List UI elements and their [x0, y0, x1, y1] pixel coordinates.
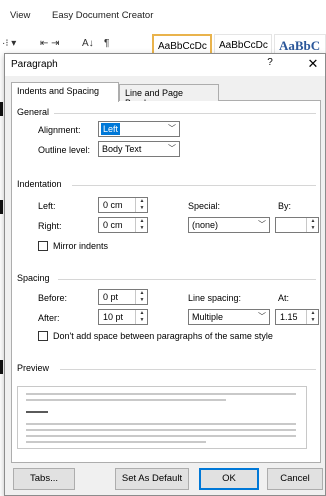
dialog-title: Paragraph [11, 59, 58, 70]
at-spinner[interactable]: 1.15 ▲ ▼ [275, 309, 319, 325]
dont-add-space-label: Don't add space between paragraphs of th… [53, 331, 273, 341]
spin-down-icon[interactable]: ▼ [136, 317, 148, 324]
indent-icon[interactable]: ⇤ ⇥ [40, 38, 60, 49]
by-spinner[interactable]: ▲ ▼ [275, 217, 319, 233]
ok-button[interactable]: OK [199, 468, 259, 490]
ribbon-tab-row: View Easy Document Creator [0, 0, 326, 30]
preview-following-line [26, 441, 206, 443]
bullets-icon[interactable]: ·⁝ ▾ [2, 38, 16, 49]
line-spacing-value: Multiple [192, 312, 224, 322]
gutter-mark [0, 360, 3, 374]
left-indent-value: 0 cm [103, 200, 123, 210]
alignment-label: Alignment: [38, 125, 81, 135]
special-select[interactable]: (none) ﹀ [188, 217, 270, 233]
preview-following-line [26, 429, 296, 431]
mirror-indents-checkbox[interactable] [38, 241, 48, 251]
chevron-down-icon: ﹀ [168, 144, 176, 153]
tab-line-and-page-breaks[interactable]: Line and Page Breaks [119, 84, 219, 108]
style-heading-1-label: AaBbC [279, 38, 321, 53]
outline-level-label: Outline level: [38, 145, 91, 155]
spin-up-icon[interactable]: ▲ [136, 310, 148, 317]
preview-pane [17, 386, 307, 449]
preview-heading: Preview [17, 363, 53, 373]
tab-indents-and-spacing-label: Indents and Spacing [17, 86, 100, 96]
chevron-down-icon: ﹀ [258, 312, 266, 321]
after-value: 10 pt [103, 312, 124, 322]
cancel-button[interactable]: Cancel [267, 468, 323, 490]
preview-previous-line [26, 393, 296, 395]
spin-up-icon[interactable]: ▲ [307, 310, 319, 317]
spin-down-icon[interactable]: ▼ [136, 297, 148, 304]
pilcrow-icon[interactable]: ¶ [104, 38, 109, 49]
tab-indents-and-spacing[interactable]: Indents and Spacing [11, 82, 119, 102]
tabs-button[interactable]: Tabs... [13, 468, 75, 490]
spin-down-icon[interactable]: ▼ [136, 225, 148, 232]
dont-add-space-checkbox[interactable] [38, 331, 48, 341]
right-indent-spinner[interactable]: 0 cm ▲ ▼ [98, 217, 148, 233]
alignment-value: Left [101, 123, 121, 135]
spin-up-icon[interactable]: ▲ [136, 290, 148, 297]
ribbon-tab-view[interactable]: View [10, 10, 30, 21]
general-heading: General [17, 107, 53, 117]
right-indent-label: Right: [38, 221, 62, 231]
help-button[interactable]: ? [261, 57, 279, 73]
outline-level-select[interactable]: Body Text ﹀ [98, 141, 180, 157]
at-label: At: [278, 293, 290, 303]
preview-following-line [26, 423, 296, 425]
spin-up-icon[interactable]: ▲ [136, 218, 148, 225]
spin-down-icon[interactable]: ▼ [136, 205, 148, 212]
before-value: 0 pt [103, 292, 119, 302]
at-value: 1.15 [280, 312, 298, 322]
line-spacing-select[interactable]: Multiple ﹀ [188, 309, 270, 325]
alignment-select[interactable]: Left ﹀ [98, 121, 180, 137]
preview-sample-text [26, 411, 48, 413]
by-label: By: [278, 201, 292, 211]
spin-up-icon[interactable]: ▲ [307, 218, 319, 225]
special-value: (none) [192, 220, 219, 230]
preview-previous-line [26, 399, 226, 401]
general-divider [54, 113, 316, 114]
dialog-titlebar[interactable]: Paragraph ? ✕ [5, 54, 325, 76]
line-spacing-label: Line spacing: [188, 293, 242, 303]
chevron-down-icon: ﹀ [168, 124, 176, 133]
after-label: After: [38, 313, 60, 323]
left-indent-spinner[interactable]: 0 cm ▲ ▼ [98, 197, 148, 213]
dialog-tabstrip: Indents and Spacing Line and Page Breaks [11, 82, 321, 108]
paragraph-dialog: Paragraph ? ✕ Indents and Spacing Line a… [4, 53, 326, 496]
sort-icon[interactable]: A↓ [82, 38, 94, 49]
spin-up-icon[interactable]: ▲ [136, 198, 148, 205]
close-button[interactable]: ✕ [303, 56, 323, 74]
mirror-indents-label: Mirror indents [53, 241, 109, 251]
ribbon-tab-easy-document-creator[interactable]: Easy Document Creator [52, 10, 153, 21]
right-indent-value: 0 cm [103, 220, 123, 230]
preview-following-line [26, 435, 296, 437]
indentation-heading: Indentation [17, 179, 65, 189]
gutter-mark [0, 102, 3, 116]
indentation-divider [72, 185, 316, 186]
spin-down-icon[interactable]: ▼ [307, 317, 319, 324]
spin-down-icon[interactable]: ▼ [307, 225, 319, 232]
outline-level-value: Body Text [102, 144, 142, 154]
before-spinner[interactable]: 0 pt ▲ ▼ [98, 289, 148, 305]
style-no-spacing-label: AaBbCcDc [219, 40, 268, 51]
after-spinner[interactable]: 10 pt ▲ ▼ [98, 309, 148, 325]
gutter-mark [0, 200, 3, 214]
preview-divider [60, 369, 316, 370]
style-normal-label: AaBbCcDc [158, 41, 207, 52]
spacing-heading: Spacing [17, 273, 53, 283]
before-label: Before: [38, 293, 68, 303]
chevron-down-icon: ﹀ [258, 220, 266, 229]
set-as-default-button[interactable]: Set As Default [115, 468, 189, 490]
special-label: Special: [188, 201, 221, 211]
spacing-divider [58, 279, 316, 280]
left-indent-label: Left: [38, 201, 56, 211]
